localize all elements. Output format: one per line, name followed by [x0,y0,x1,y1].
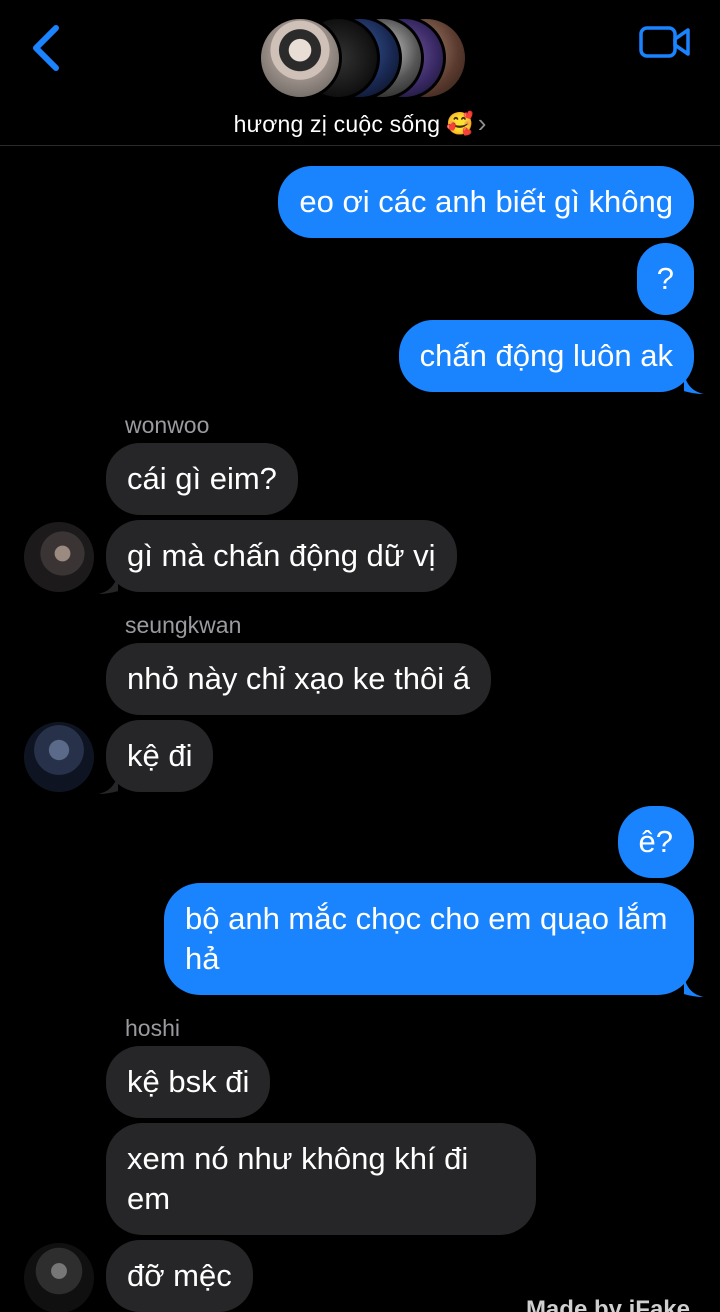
incoming-message[interactable]: xem nó như không khí đi em [106,1123,536,1235]
bubble-tail [98,772,118,794]
sender-name: seungkwan [125,612,242,638]
watermark: Made by iFake [525,1296,690,1312]
chat-header: hương zị cuộc sống 🥰 › [0,0,720,146]
group-title: hương zị cuộc sống [233,110,441,137]
outgoing-message[interactable]: ? [636,243,694,315]
group-info-link[interactable]: hương zị cuộc sống 🥰 › [0,106,720,142]
outgoing-message[interactable]: chấn động luôn ak [398,320,694,392]
incoming-message[interactable]: kệ đi [106,720,214,792]
smiling-hearts-emoji-icon: 🥰 [446,111,474,136]
bubble-tail [684,975,704,997]
group-avatar-stack[interactable] [258,16,468,102]
incoming-message[interactable]: kệ bsk đi [106,1046,271,1118]
back-button[interactable] [26,22,66,74]
video-camera-icon [639,26,690,58]
seungkwan-avatar[interactable] [24,722,94,792]
chevron-left-icon [33,25,59,71]
outgoing-message[interactable]: eo ơi các anh biết gì không [278,166,694,238]
outgoing-message[interactable]: ê? [617,806,694,878]
video-call-button[interactable] [638,22,692,62]
sender-name: wonwoo [125,412,210,438]
chevron-right-icon: › [477,108,487,138]
hoshi-avatar[interactable] [24,1243,94,1312]
incoming-message[interactable]: gì mà chấn động dữ vị [106,520,457,592]
bubble-tail [98,572,118,594]
incoming-message[interactable]: cái gì eim? [106,443,298,515]
wonwoo-avatar[interactable] [24,522,94,592]
group-member-avatar [258,16,342,100]
sender-name: hoshi [125,1015,180,1041]
outgoing-message[interactable]: bộ anh mắc chọc cho em quạo lắm hả [164,883,694,995]
incoming-message[interactable]: nhỏ này chỉ xạo ke thôi á [106,643,491,715]
bubble-tail [684,372,704,394]
incoming-message[interactable]: đỡ mệc [106,1240,253,1312]
